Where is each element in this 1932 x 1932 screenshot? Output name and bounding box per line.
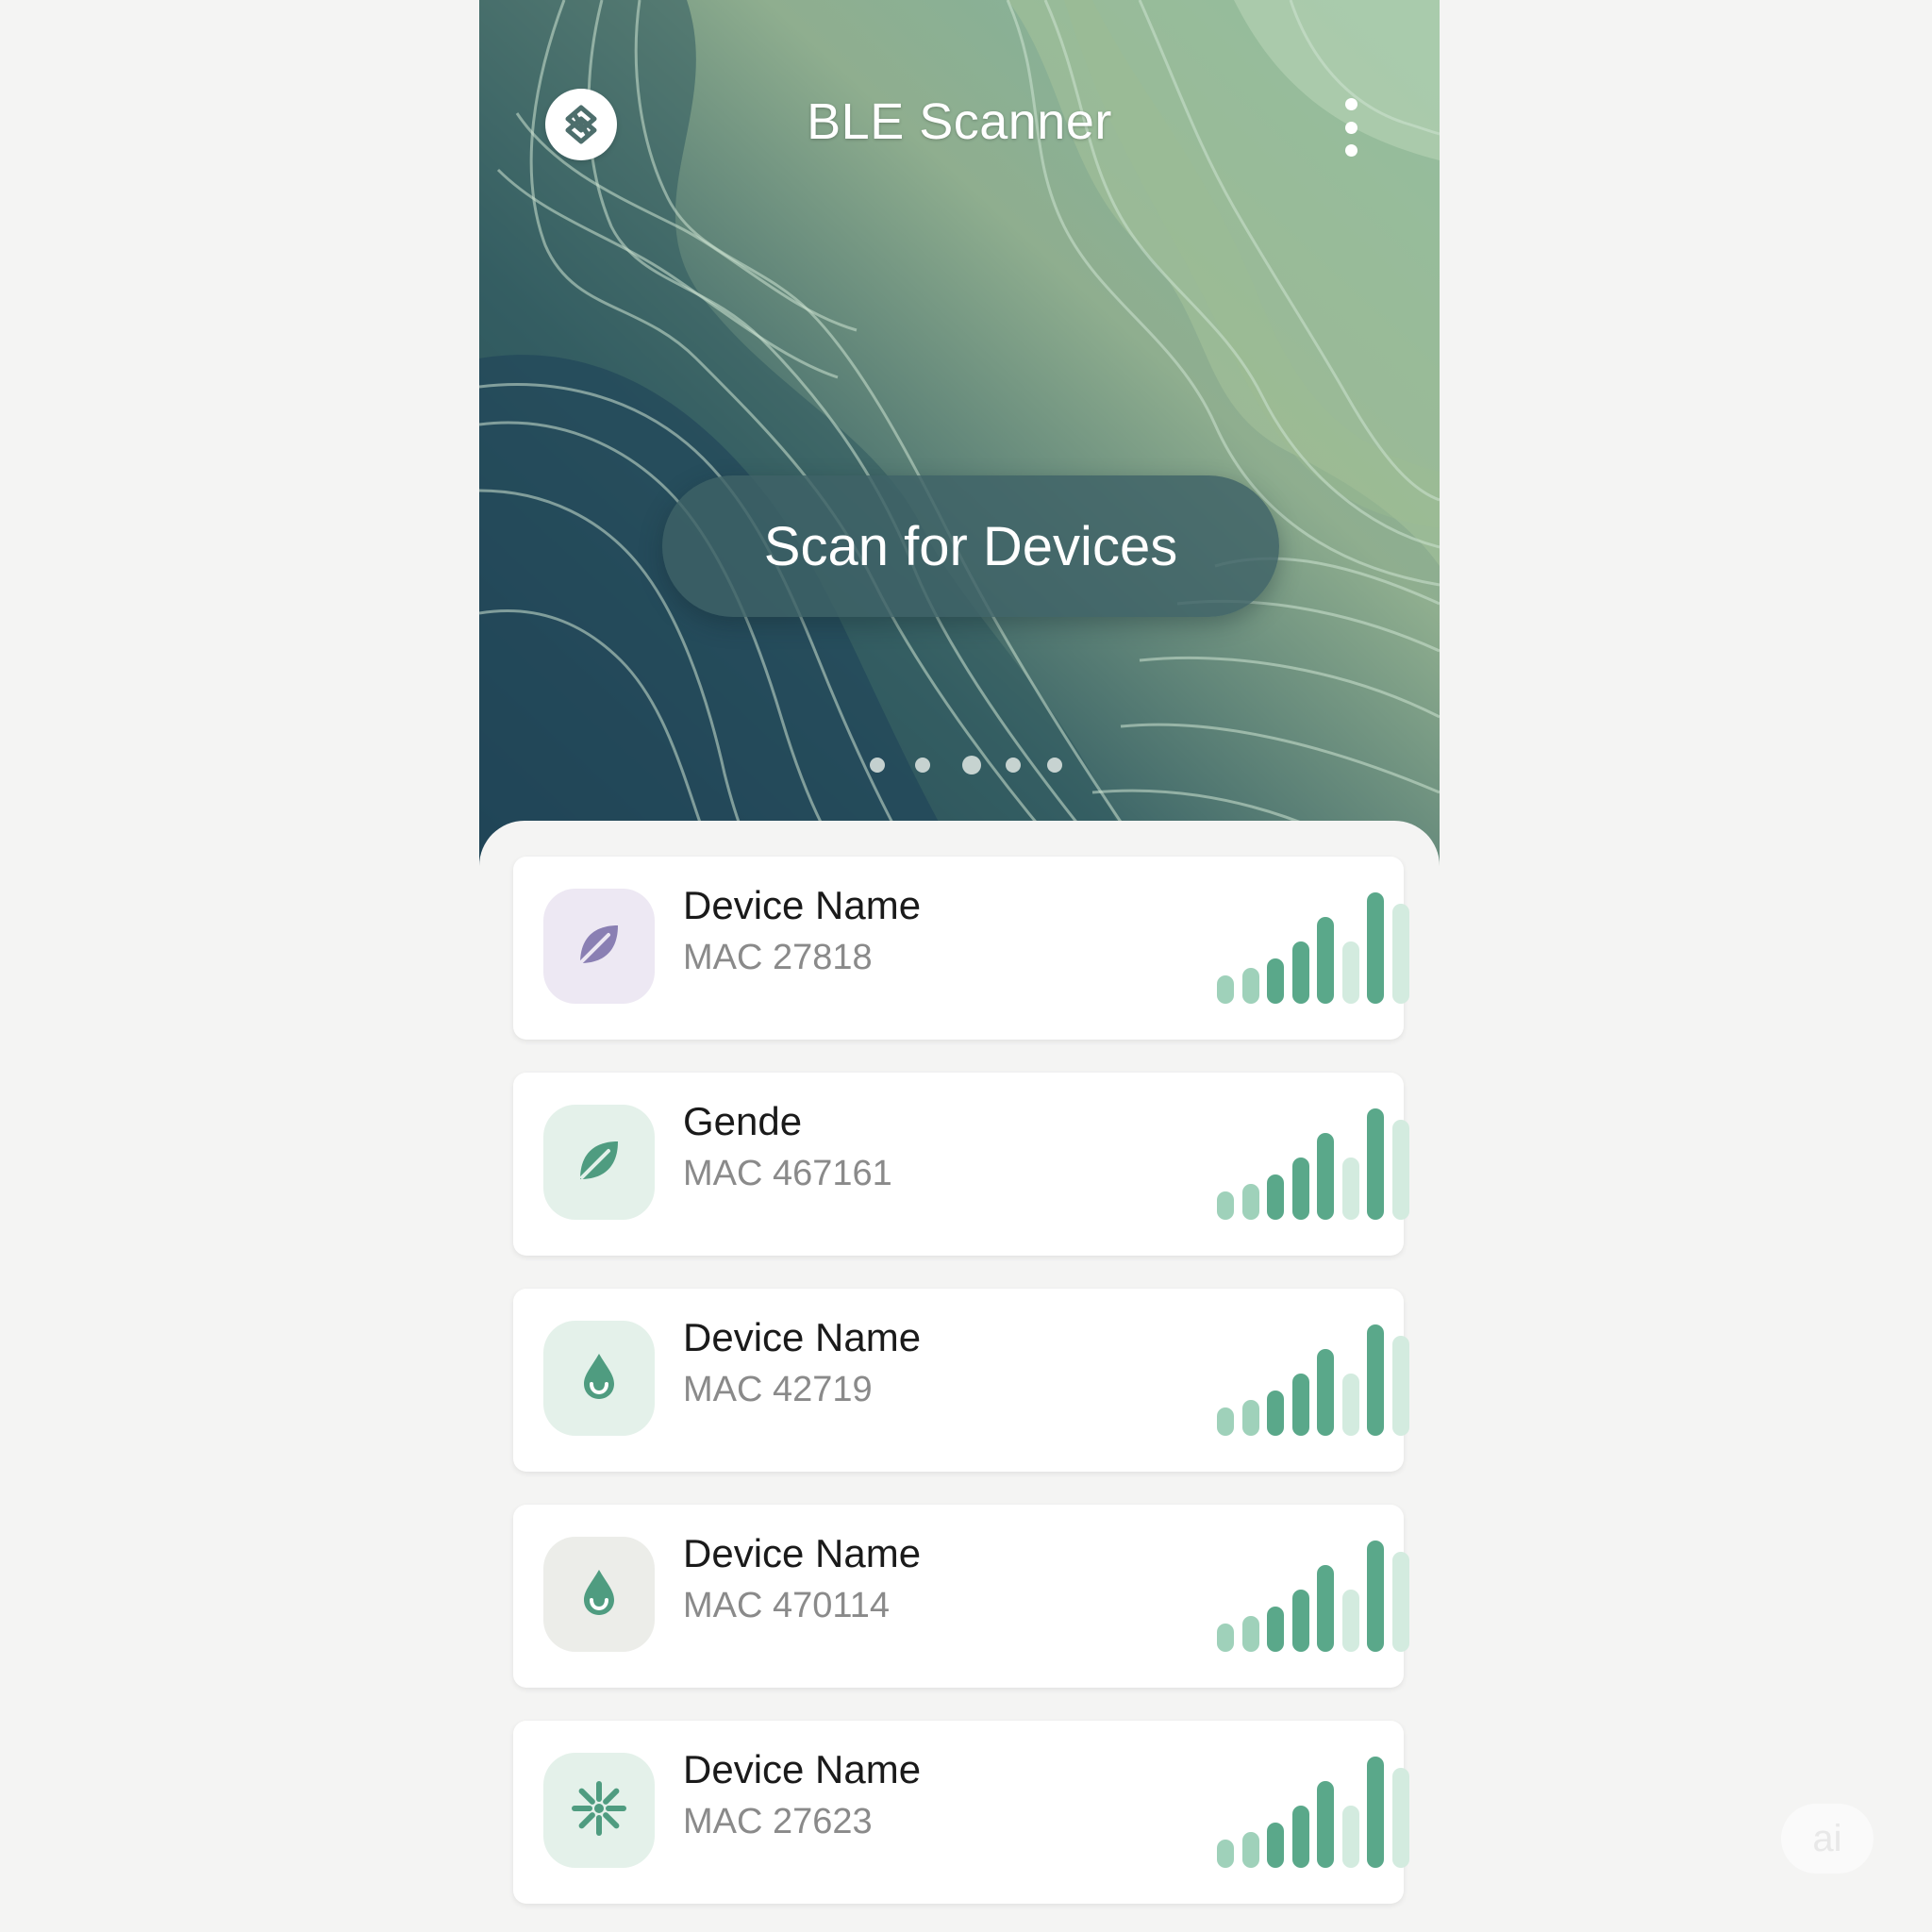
signal-bar [1341, 941, 1359, 1004]
signal-strength-icon [1217, 1321, 1409, 1436]
signal-bar [1267, 1607, 1284, 1652]
signal-bar [1317, 1133, 1334, 1220]
signal-bar [1217, 1407, 1234, 1436]
device-name: Gende [683, 1099, 803, 1143]
signal-bar [1241, 1184, 1259, 1220]
device-icon-tile [543, 889, 655, 1004]
signal-bar [1267, 958, 1284, 1004]
page-dot[interactable] [915, 758, 930, 773]
signal-strength-icon [1217, 1105, 1409, 1220]
signal-bar [1367, 1541, 1384, 1652]
page-indicator [479, 756, 1440, 774]
device-icon-tile [543, 1753, 655, 1868]
more-vertical-icon [1344, 98, 1357, 110]
device-icon-tile [543, 1537, 655, 1652]
signal-bar [1217, 1624, 1234, 1652]
signal-bar [1391, 1552, 1409, 1652]
signal-bar [1367, 1108, 1384, 1220]
signal-strength-icon [1217, 1537, 1409, 1652]
device-mac-address: MAC 27623 [683, 1802, 873, 1841]
device-card[interactable]: Device Name MAC 42719 [513, 1289, 1409, 1472]
device-card[interactable]: Device Name MAC 27623 [513, 1721, 1409, 1904]
signal-bar [1341, 1158, 1359, 1220]
device-mac-address: MAC 42719 [683, 1370, 873, 1409]
page-dot[interactable] [870, 758, 885, 773]
signal-bar [1291, 941, 1309, 1004]
signal-bar [1391, 1768, 1409, 1868]
signal-bar [1267, 1391, 1284, 1436]
water-drop-icon [571, 1564, 627, 1625]
signal-bar [1291, 1158, 1309, 1220]
leaf-icon [571, 1132, 627, 1193]
signal-bar [1241, 968, 1259, 1004]
signal-bar [1367, 892, 1384, 1004]
signal-bar [1217, 1840, 1234, 1868]
device-mac-address: MAC 467161 [683, 1154, 892, 1193]
signal-strength-icon [1217, 1753, 1409, 1868]
app-title: BLE Scanner [807, 93, 1112, 150]
signal-bar [1367, 1324, 1384, 1436]
signal-bar [1241, 1616, 1259, 1652]
device-mac-address: MAC 470114 [683, 1586, 890, 1625]
signal-bar [1391, 1336, 1409, 1436]
signal-bar [1291, 1374, 1309, 1436]
signal-bar [1317, 1349, 1334, 1436]
signal-bar [1341, 1374, 1359, 1436]
device-card[interactable]: Gende MAC 467161 [513, 1073, 1409, 1256]
signal-bar [1367, 1757, 1384, 1868]
signal-bar [1217, 1191, 1234, 1220]
leaf-outline-icon [571, 916, 627, 977]
device-name: Device Name [683, 1315, 922, 1359]
page-dot[interactable] [1006, 758, 1021, 773]
signal-bar [1291, 1806, 1309, 1868]
signal-bar [1267, 1823, 1284, 1868]
phone-screen: BLE Scanner Scan for Devices Device Name… [479, 0, 1440, 1932]
signal-bar [1241, 1832, 1259, 1868]
signal-bar [1317, 1781, 1334, 1868]
device-card[interactable]: Device Name MAC 470114 [513, 1505, 1409, 1688]
signal-bar [1391, 904, 1409, 1004]
more-options-button[interactable] [1340, 98, 1362, 157]
device-name: Device Name [683, 883, 922, 927]
device-name: Device Name [683, 1747, 922, 1791]
scan-for-devices-button[interactable]: Scan for Devices [662, 475, 1279, 617]
signal-bar [1391, 1120, 1409, 1220]
device-mac-address: MAC 27818 [683, 938, 873, 977]
device-icon-tile [543, 1105, 655, 1220]
signal-bar [1341, 1590, 1359, 1652]
signal-bar [1267, 1174, 1284, 1220]
device-card[interactable]: Device Name MAC 27818 [513, 857, 1409, 1040]
page-dot[interactable] [962, 756, 981, 774]
signal-bar [1317, 917, 1334, 1004]
page-dot[interactable] [1047, 758, 1062, 773]
device-icon-tile [543, 1321, 655, 1436]
signal-strength-icon [1217, 889, 1409, 1004]
device-name: Device Name [683, 1531, 922, 1575]
watermark-badge: ai [1781, 1804, 1874, 1874]
hero-banner: BLE Scanner Scan for Devices [479, 0, 1440, 877]
sparkle-icon [569, 1778, 629, 1843]
signal-bar [1317, 1565, 1334, 1652]
device-list-panel: Device Name MAC 27818 Gende MAC 467161 Devic… [479, 821, 1440, 1932]
water-drop-icon [571, 1348, 627, 1409]
signal-bar [1217, 975, 1234, 1004]
signal-bar [1291, 1590, 1309, 1652]
signal-bar [1341, 1806, 1359, 1868]
signal-bar [1241, 1400, 1259, 1436]
